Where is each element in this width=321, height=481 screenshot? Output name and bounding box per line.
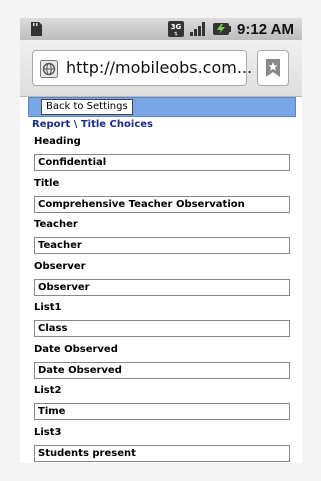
battery-icon (213, 23, 232, 35)
address-field[interactable]: http://mobileobs.com... (32, 50, 252, 86)
bookmark-icon (266, 59, 280, 77)
svg-text:3G: 3G (171, 23, 182, 31)
sd-card-icon (31, 22, 42, 36)
teacher-label: Teacher (34, 219, 78, 230)
list1-input[interactable]: Class (34, 320, 290, 337)
date-observed-input[interactable]: Date Observed (34, 362, 290, 379)
observer-input[interactable]: Observer (34, 279, 290, 296)
heading-input[interactable]: Confidential (34, 154, 290, 171)
bookmark-button[interactable] (257, 50, 289, 86)
observer-label: Observer (34, 261, 86, 272)
list3-label: List3 (34, 427, 62, 438)
signal-icon (190, 22, 206, 36)
list3-input[interactable]: Students present (34, 445, 290, 462)
clock: 9:12 AM (237, 20, 294, 38)
status-bar: 3G ⇅ 9:12 AM (20, 18, 302, 40)
teacher-input[interactable]: Teacher (34, 237, 290, 254)
title-input[interactable]: Comprehensive Teacher Observation (34, 196, 290, 213)
status-icons: 3G ⇅ 9:12 AM (168, 19, 294, 39)
list2-label: List2 (34, 385, 62, 396)
date-observed-label: Date Observed (34, 344, 118, 355)
3g-icon: 3G ⇅ (168, 21, 185, 38)
page-content: Back to Settings Report \ Title Choices … (20, 97, 302, 463)
phone-screen: 3G ⇅ 9:12 AM http://mobileobs.com... Bac… (20, 18, 302, 463)
heading-label: Heading (34, 136, 81, 147)
globe-icon (40, 60, 58, 78)
back-to-settings-button[interactable]: Back to Settings (41, 99, 133, 115)
svg-text:⇅: ⇅ (174, 32, 178, 38)
device-frame: 3G ⇅ 9:12 AM http://mobileobs.com... Bac… (0, 0, 321, 481)
browser-url-bar: http://mobileobs.com... (20, 40, 302, 97)
list2-input[interactable]: Time (34, 403, 290, 420)
title-label: Title (34, 178, 60, 189)
list1-label: List1 (34, 302, 62, 313)
header-bar: Back to Settings (28, 97, 296, 117)
url-text: http://mobileobs.com... (66, 58, 253, 77)
breadcrumb: Report \ Title Choices (32, 119, 153, 130)
